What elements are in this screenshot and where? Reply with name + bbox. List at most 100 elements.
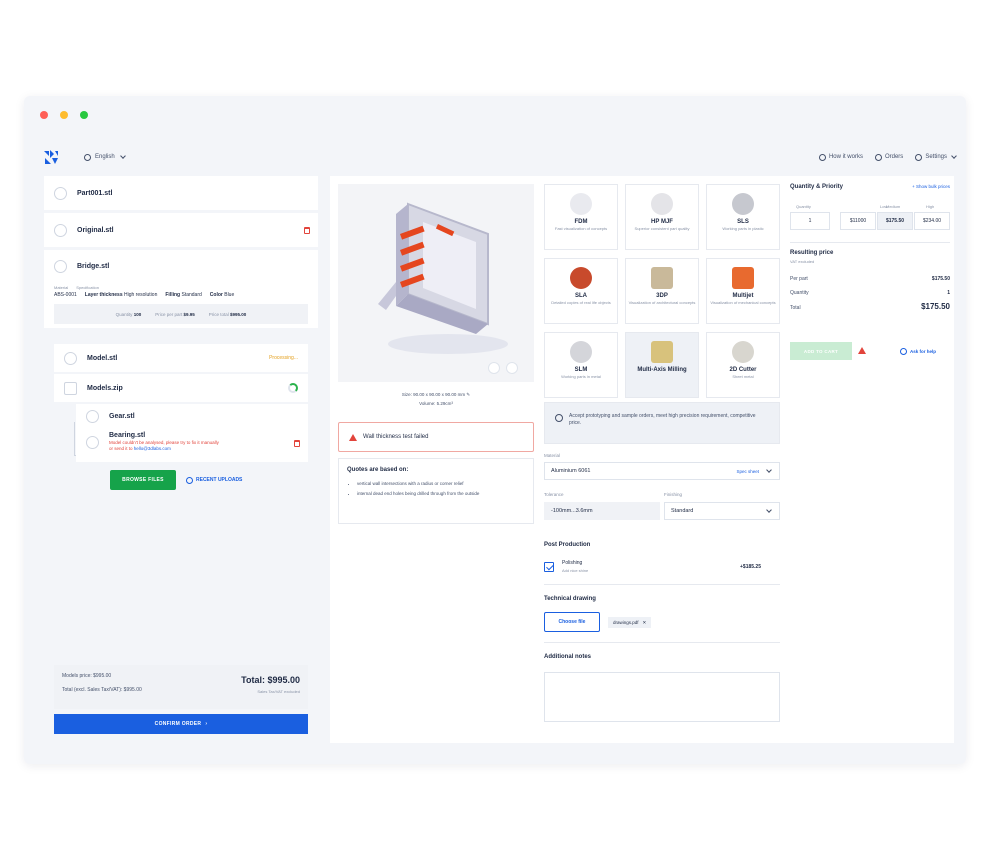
spec-color-label: Color [209, 292, 223, 298]
window-controls [40, 111, 88, 119]
maximize-window-button[interactable] [80, 111, 88, 119]
file-row-zip[interactable]: Models.zip [54, 374, 308, 402]
file-name: Gear.stl [109, 412, 135, 420]
tech-title: HP MJF [651, 219, 673, 225]
tech-desc: Detailed copies of real life objects [551, 300, 611, 305]
finishing-value: Standard [671, 508, 694, 514]
chevron-down-icon [766, 507, 772, 513]
close-window-button[interactable] [40, 111, 48, 119]
file-row[interactable]: Part001.stl [44, 176, 318, 210]
brand-logo-icon[interactable] [42, 148, 60, 166]
tech-card-sls[interactable]: SLS Working parts in plastic [706, 184, 780, 250]
show-bulk-prices-link[interactable]: + Show bulk prices [912, 184, 950, 189]
col-quantity: Quantity [796, 204, 811, 209]
priority-low[interactable]: $11000 [840, 212, 876, 230]
tech-card-3dp[interactable]: 3DP Visualization of architectural conce… [625, 258, 699, 324]
3dp-model-icon [651, 267, 673, 289]
file-name: Part001.stl [77, 189, 113, 197]
spec-color-value: Blue [224, 292, 235, 298]
nav-label: Settings [925, 154, 947, 160]
tech-card-fdm[interactable]: FDM Fast visualization of concepts [544, 184, 618, 250]
spec-head-material: Material [54, 285, 69, 290]
additional-notes-input[interactable] [544, 672, 780, 722]
loading-spinner-icon [288, 383, 298, 393]
pt-label: Price total [208, 311, 229, 317]
file-row-model[interactable]: Model.stl Processing... [54, 344, 308, 372]
tech-title: SLA [575, 293, 587, 299]
tech-desc: Sheet metal [732, 374, 754, 379]
material-select[interactable]: Aluminium 6061 Spec sheet [544, 462, 780, 480]
minimize-window-button[interactable] [60, 111, 68, 119]
polishing-checkbox[interactable] [544, 562, 554, 572]
warning-text: Wall thickness test failed [363, 434, 429, 440]
upload-area[interactable]: Model.stl Processing... Models.zip Gear.… [54, 338, 308, 500]
file-name: Models.zip [87, 384, 123, 392]
file-name: Bearing.stl [109, 432, 146, 439]
file-row-gear[interactable]: Gear.stl [76, 404, 308, 428]
order-totals: Models price: $995.00 Total (excl. Sales… [54, 665, 308, 709]
tech-title: SLM [574, 367, 588, 373]
total-value: $175.50 [921, 302, 950, 311]
spec-filling-label: Filling [165, 292, 181, 298]
nav-settings[interactable]: Settings [915, 153, 957, 161]
error-line: Model couldn't be analysed, please try t… [109, 440, 219, 445]
choose-file-button[interactable]: Choose file [544, 612, 600, 632]
expand-icon[interactable] [506, 362, 518, 374]
tech-card-sla[interactable]: SLA Detailed copies of real life objects [544, 258, 618, 324]
clock-icon [186, 476, 193, 484]
tech-card-hp-mjf[interactable]: HP MJF Superior consistent part quality [625, 184, 699, 250]
spec-filling-value: Standard [181, 292, 202, 298]
print-view-icon[interactable] [488, 362, 500, 374]
col-high: High [926, 204, 935, 209]
edit-icon[interactable]: ✎ [466, 392, 470, 397]
file-row[interactable]: Original.stl [44, 213, 318, 247]
priority-high[interactable]: $234.00 [914, 212, 950, 230]
trash-icon[interactable] [304, 226, 310, 234]
tech-card-2d-cutter[interactable]: 2D Cutter Sheet metal [706, 332, 780, 398]
priority-medium[interactable]: $175.50 [877, 212, 913, 230]
chevron-down-icon [766, 467, 772, 473]
error-message: Model couldn't be analysed, please try t… [109, 440, 219, 452]
nav-orders[interactable]: Orders [874, 153, 903, 161]
add-to-cart-button[interactable]: ADD TO CART [790, 342, 852, 360]
tech-desc: Working parts in plastic [722, 226, 764, 231]
language-label: English [95, 154, 115, 160]
nav-how-it-works[interactable]: How it works [818, 153, 863, 161]
spec-sheet-link[interactable]: Spec sheet [736, 469, 759, 474]
top-nav: How it works Orders Settings [818, 153, 957, 161]
confirm-order-button[interactable]: CONFIRM ORDER › [54, 714, 308, 734]
polishing-label: Polishing [562, 560, 583, 566]
hp-mjf-part-icon [651, 193, 673, 215]
resulting-price-note: VAT excluded [790, 259, 815, 264]
model-viewer[interactable] [338, 184, 534, 382]
ask-for-help-link[interactable]: Ask for help [900, 342, 936, 360]
tech-card-multijet[interactable]: Multijet Visualization of mechanical con… [706, 258, 780, 324]
tech-card-milling[interactable]: Multi-Axis Milling [625, 332, 699, 398]
browse-files-button[interactable]: BROWSE FILES [110, 470, 176, 490]
warning-icon [858, 347, 866, 354]
trash-icon[interactable] [294, 440, 300, 447]
tech-desc: Superior consistent part quality [634, 226, 690, 231]
tolerance-field[interactable]: -100mm...3.6mm [544, 502, 660, 520]
tech-desc: Visualization of architectural concepts [628, 300, 696, 305]
price-summary-bar: Quantity 100 Price per part $9.95 Price … [54, 304, 308, 324]
files-panel: Part001.stl Original.stl Bridge.stl Mate… [44, 176, 318, 743]
support-email-link[interactable]: hello@3dlabs.com [134, 446, 171, 451]
file-status-icon [54, 186, 67, 200]
polishing-price: +$185.25 [740, 564, 761, 570]
file-name: Original.stl [77, 226, 114, 234]
file-row-bearing[interactable]: Bearing.stl Model couldn't be analysed, … [76, 428, 308, 462]
error-line: or send it to [109, 446, 133, 451]
app-header: English How it works Orders Settings [24, 140, 966, 174]
spec-headers: Material Specification [54, 285, 308, 290]
bulk-label: Show bulk prices [915, 184, 950, 189]
recent-uploads-button[interactable]: RECENT UPLOADS [186, 470, 242, 490]
quotes-title: Quotes are based on: [347, 467, 409, 473]
language-select[interactable]: English [84, 153, 126, 161]
chevron-right-icon: › [205, 721, 208, 727]
quantity-input[interactable]: 1 [790, 212, 830, 230]
tech-card-slm[interactable]: SLM Working parts in metal [544, 332, 618, 398]
file-card-bridge[interactable]: Bridge.stl Material Specification ABS-00… [44, 250, 318, 328]
remove-file-icon[interactable]: ✕ [643, 620, 647, 626]
finishing-select[interactable]: Standard [664, 502, 780, 520]
